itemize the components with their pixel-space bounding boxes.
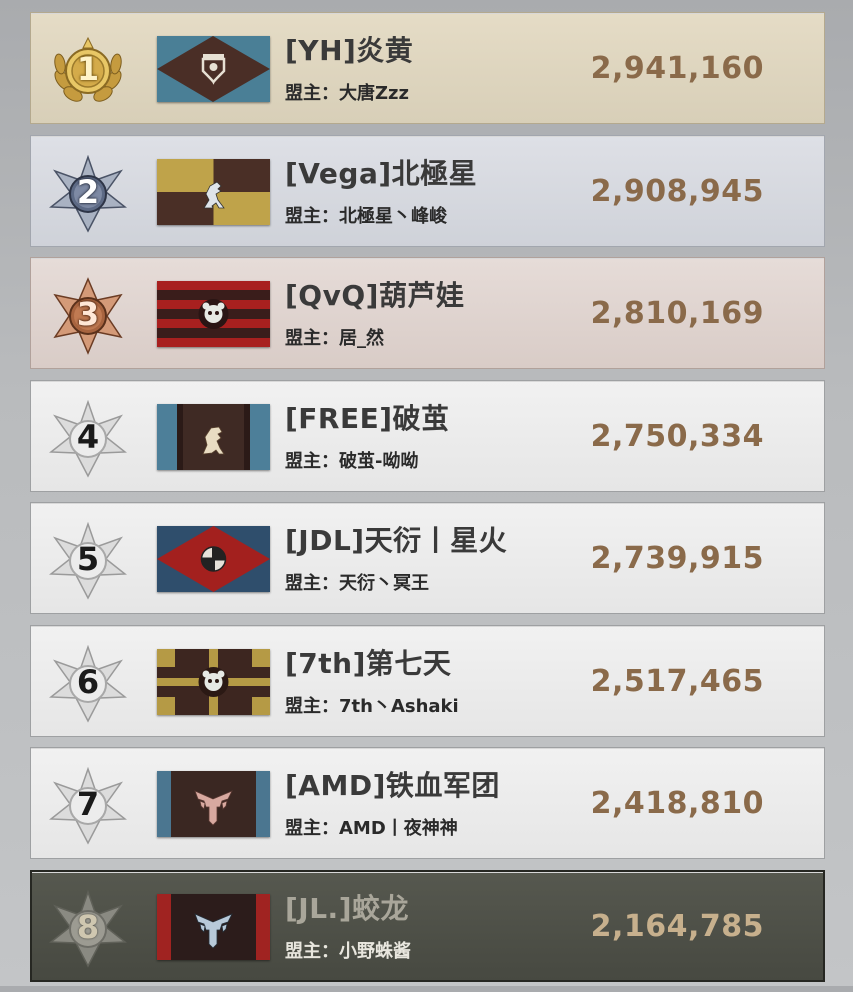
alliance-score: 2,810,169 xyxy=(590,296,764,331)
leaderboard-row-3[interactable]: 3 [QvQ]葫芦娃 盟主：居_然 2,810,169 xyxy=(30,257,825,369)
leaderboard-row-2[interactable]: 2 [Vega]北極星 盟主：北極星丶峰峻 2,908,945 xyxy=(30,134,825,247)
leaderboard: 1 [YH]炎黄 盟主：大唐Zzz 2,941,160 2 [Vega]北極星 … xyxy=(30,12,825,992)
alliance-flag xyxy=(157,648,270,715)
gray-star-rank-badge: 5 xyxy=(49,522,127,600)
alliance-flag xyxy=(157,36,270,102)
alliance-score: 2,739,915 xyxy=(590,541,764,576)
leaderboard-row-8[interactable]: 8 [JL.]蛟龙 盟主：小野蛛酱 2,164,785 xyxy=(30,869,825,982)
alliance-leader: 盟主：破茧-呦呦 xyxy=(285,450,419,472)
alliance-name: [FREE]破茧 xyxy=(285,401,450,435)
silver-star-rank-badge: 2 xyxy=(49,154,127,233)
alliance-score: 2,750,334 xyxy=(590,418,764,454)
alliance-flag xyxy=(157,893,270,960)
rank-number: 1 xyxy=(76,50,100,88)
alliance-name: [AMD]铁血军团 xyxy=(285,769,500,802)
bronze-star-rank-badge: 3 xyxy=(49,277,127,355)
alliance-leader: 盟主：北極星丶峰峻 xyxy=(285,205,447,227)
alliance-score: 2,941,160 xyxy=(590,51,764,86)
alliance-score: 2,908,945 xyxy=(590,173,764,209)
alliance-name: [JDL]天衍丨星火 xyxy=(285,524,508,557)
rank-number: 2 xyxy=(76,172,100,211)
gray-star-rank-badge: 6 xyxy=(49,644,127,723)
alliance-flag xyxy=(157,281,270,347)
leaderboard-row-1[interactable]: 1 [YH]炎黄 盟主：大唐Zzz 2,941,160 xyxy=(30,12,825,124)
rank-number: 5 xyxy=(76,540,100,578)
gray-star-rank-badge: 7 xyxy=(49,767,127,845)
alliance-name: [7th]第七天 xyxy=(285,646,452,680)
alliance-leader: 盟主：天衍丶冥王 xyxy=(285,573,429,594)
gray-star-rank-badge: 4 xyxy=(49,399,127,478)
alliance-flag xyxy=(157,403,270,470)
rank-number: 3 xyxy=(76,295,100,333)
alliance-name: [YH]炎黄 xyxy=(285,34,414,67)
leaderboard-row-4[interactable]: 4 [FREE]破茧 盟主：破茧-呦呦 2,750,334 xyxy=(30,379,825,492)
rank-number: 7 xyxy=(76,785,100,823)
leaderboard-row-5[interactable]: 5 [JDL]天衍丨星火 盟主：天衍丶冥王 2,739,915 xyxy=(30,502,825,614)
alliance-name: [Vega]北極星 xyxy=(285,156,478,190)
alliance-leader: 盟主：7th丶Ashaki xyxy=(285,695,459,717)
gray-star-rank-badge: 8 xyxy=(49,889,127,968)
leaderboard-row-6[interactable]: 6 [7th]第七天 盟主：7th丶Ashaki 2,517,465 xyxy=(30,624,825,737)
rank-number: 6 xyxy=(76,662,100,701)
alliance-leader: 盟主：大唐Zzz xyxy=(285,83,410,104)
sun-cross-emblem xyxy=(200,546,227,572)
leaderboard-row-7[interactable]: 7 [AMD]铁血军团 盟主：AMD丨夜神神 2,418,810 xyxy=(30,747,825,859)
alliance-score: 2,418,810 xyxy=(590,786,764,821)
gold-laurel-rank-badge: 1 xyxy=(49,32,127,110)
rank-number: 4 xyxy=(76,417,100,456)
alliance-leader: 盟主：居_然 xyxy=(285,328,384,349)
alliance-name: [JL.]蛟龙 xyxy=(285,891,409,925)
alliance-leader: 盟主：小野蛛酱 xyxy=(285,940,411,962)
alliance-leader: 盟主：AMD丨夜神神 xyxy=(285,818,458,839)
alliance-flag xyxy=(157,526,270,592)
alliance-score: 2,164,785 xyxy=(590,908,764,944)
alliance-name: [QvQ]葫芦娃 xyxy=(285,279,465,312)
alliance-flag xyxy=(157,771,270,837)
alliance-score: 2,517,465 xyxy=(590,663,764,699)
rank-number: 8 xyxy=(76,907,100,946)
alliance-flag xyxy=(157,158,270,225)
